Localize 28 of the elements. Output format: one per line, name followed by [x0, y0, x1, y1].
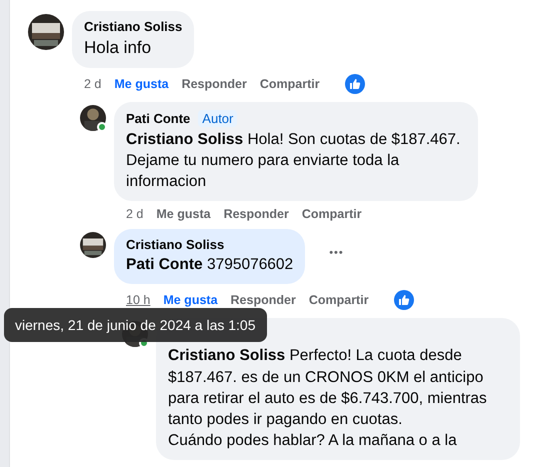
like-button[interactable]: Me gusta: [156, 207, 211, 222]
reply-button[interactable]: Responder: [230, 293, 296, 308]
share-button[interactable]: Compartir: [302, 207, 362, 222]
share-button[interactable]: Compartir: [260, 77, 320, 92]
author-badge: Autor: [198, 110, 238, 128]
reply-button[interactable]: Responder: [182, 77, 247, 92]
avatar[interactable]: [80, 105, 106, 132]
comment-text: Pati Conte 3795076602: [126, 255, 294, 276]
comment-time[interactable]: 10 h: [126, 293, 150, 308]
more-options-button[interactable]: •••: [329, 247, 344, 260]
author-name[interactable]: Cristiano Soliss: [84, 19, 182, 34]
online-status-dot: [97, 122, 107, 132]
like-button[interactable]: Me gusta: [163, 293, 218, 308]
like-button[interactable]: Me gusta: [114, 77, 169, 92]
author-name[interactable]: Cristiano Soliss: [126, 237, 224, 252]
like-reaction-icon[interactable]: [394, 290, 414, 310]
like-reaction-icon[interactable]: [344, 74, 365, 94]
share-button[interactable]: Compartir: [308, 293, 369, 308]
author-name[interactable]: Pati Conte: [126, 111, 190, 126]
avatar[interactable]: [80, 232, 106, 258]
comment-text: Hola info: [84, 37, 152, 59]
reply-button[interactable]: Responder: [224, 207, 289, 222]
comment-time[interactable]: 2 d: [126, 207, 144, 222]
timestamp-tooltip: viernes, 21 de junio de 2024 a las 1:05: [4, 308, 267, 342]
comment-time[interactable]: 2 d: [84, 77, 102, 92]
comment-text: Cristiano Soliss Perfecto! La cuota desde $187.467. es de un CRONOS 0KM el anticipo para retirar el auto es de $6.743.700, mientras tanto podes ir pagando en cuotas. Cuándo podes hablar? A la mañana o a la: [168, 346, 488, 451]
avatar[interactable]: [28, 14, 64, 50]
comment-text: Cristiano Soliss Hola! Son cuotas de $187.467. Dejame tu numero para enviarte toda la informacion: [126, 130, 462, 192]
